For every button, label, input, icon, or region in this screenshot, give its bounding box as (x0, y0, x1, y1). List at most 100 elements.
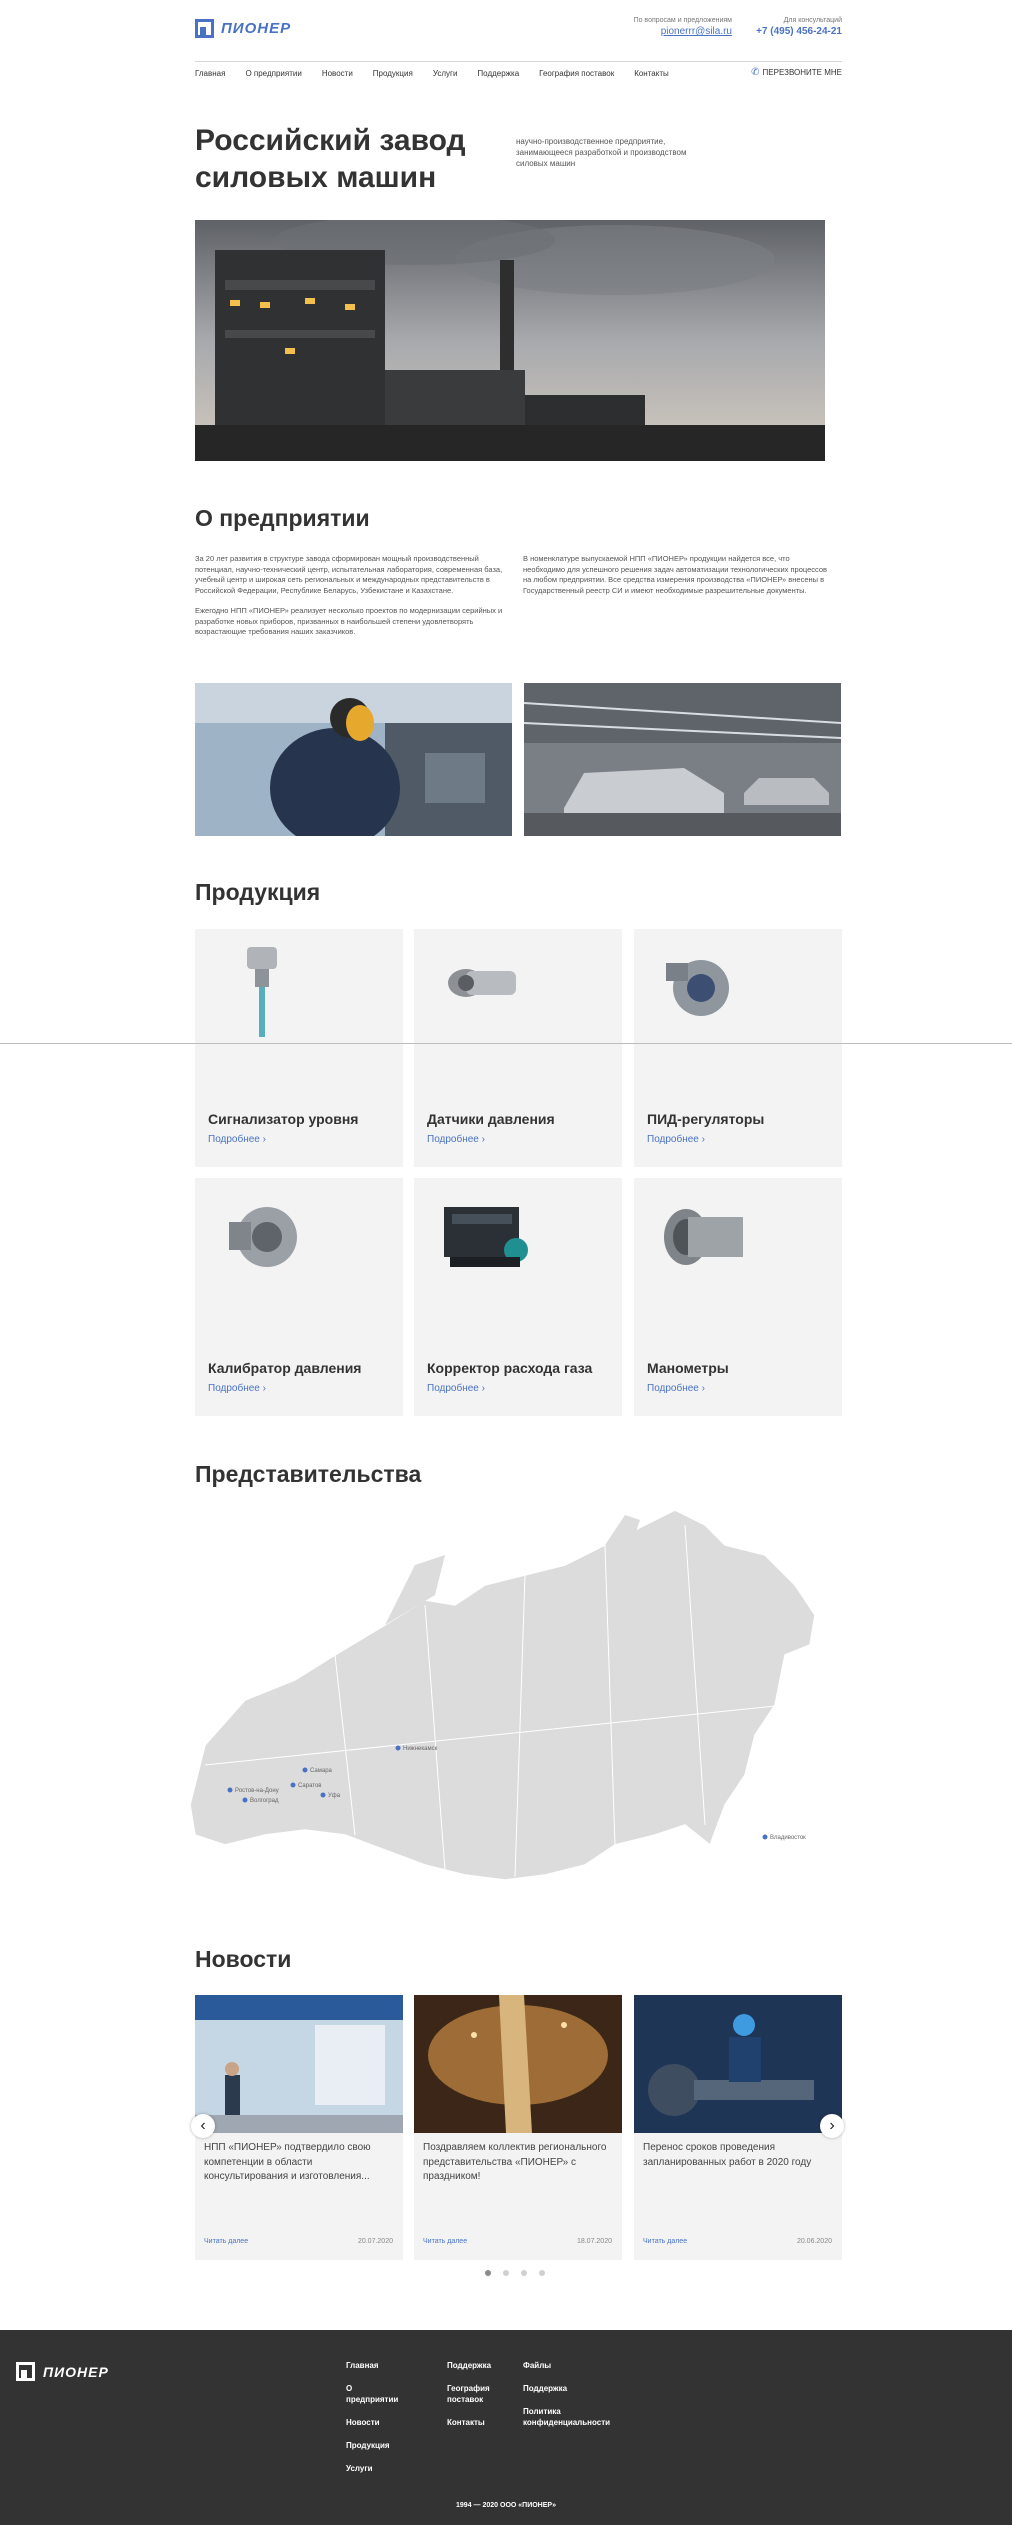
nav-item-services[interactable]: Услуги (433, 69, 458, 78)
footer-link[interactable]: Главная (346, 2360, 441, 2371)
product-more-link[interactable]: Подробнее › (427, 1383, 485, 1394)
news-image (195, 1995, 403, 2133)
nav-item-news[interactable]: Новости (322, 69, 353, 78)
product-card[interactable]: Сигнализатор уровня Подробнее › (195, 929, 403, 1167)
footer-link[interactable]: География поставок (447, 2383, 497, 2405)
worker-photo (195, 683, 512, 836)
footer-column-3: Файлы Поддержка Политика конфиденциально… (523, 2360, 618, 2440)
product-more-link[interactable]: Подробнее › (208, 1134, 266, 1145)
chevron-left-icon: ‹ (200, 2117, 206, 2134)
carousel-prev-button[interactable]: ‹ (191, 2114, 215, 2138)
carousel-dots (485, 2270, 545, 2276)
phone-caption: Для консультаций (783, 17, 842, 24)
footer-link[interactable]: Файлы (523, 2360, 618, 2371)
pressure-sensor-image (448, 969, 516, 997)
city-label: Самара (310, 1768, 333, 1774)
news-text: Перенос сроков проведения запланированны… (643, 2142, 812, 2168)
site-footer: ПИОНЕР Главная О предприятии Новости Про… (0, 2330, 1012, 2525)
product-name: ПИД-регуляторы (647, 1111, 765, 1127)
city-marker[interactable]: Владивосток (762, 1834, 807, 1842)
logo-icon (195, 19, 214, 38)
mail-contact: По вопросам и предложениям pionerrr@sila… (634, 17, 732, 37)
footer-logo[interactable]: ПИОНЕР (16, 2362, 109, 2381)
footer-link[interactable]: Продукция (346, 2440, 441, 2451)
about-paragraph: В номенклатуре выпускаемой НПП «ПИОНЕР» … (523, 554, 828, 595)
logo[interactable]: ПИОНЕР (195, 19, 291, 38)
nav-item-geography[interactable]: География поставок (539, 69, 614, 78)
product-more-link[interactable]: Подробнее › (208, 1383, 266, 1394)
logo-text: ПИОНЕР (221, 20, 292, 37)
news-image (634, 1995, 842, 2133)
footer-link[interactable]: О предприятии (346, 2383, 406, 2405)
product-card[interactable]: Калибратор давления Подробнее › (195, 1178, 403, 1416)
product-card[interactable]: Манометры Подробнее › (634, 1178, 842, 1416)
callback-button[interactable]: ✆ ПЕРЕЗВОНИТЕ МНЕ (751, 67, 842, 78)
phone-link[interactable]: +7 (495) 456-24-21 (756, 26, 842, 37)
level-sensor-image (247, 947, 277, 1037)
email-link[interactable]: pionerrr@sila.ru (634, 26, 732, 37)
city-label: Нижнекамск (403, 1746, 438, 1752)
products-title: Продукция (195, 879, 321, 905)
car-factory-photo (524, 683, 841, 836)
product-name: Калибратор давления (208, 1360, 362, 1376)
footer-link[interactable]: Политика конфиденциальности (523, 2406, 618, 2428)
hero-factory-image (195, 220, 825, 461)
footer-link[interactable]: Поддержка (523, 2383, 618, 2394)
product-name: Сигнализатор уровня (208, 1111, 359, 1127)
product-more-link[interactable]: Подробнее › (647, 1383, 705, 1394)
russia-map: Нижнекамск Ростов-на-Дону Волгоград Сама… (185, 1505, 825, 1885)
product-more-link[interactable]: Подробнее › (647, 1134, 705, 1145)
nav-item-home[interactable]: Главная (195, 69, 225, 78)
city-label: Уфа (328, 1793, 341, 1799)
product-card[interactable]: Датчики давления Подробнее › (414, 929, 622, 1167)
chevron-right-icon: › (829, 2117, 835, 2134)
news-date: 18.07.2020 (576, 2238, 612, 2245)
copyright: 1994 — 2020 ООО «ПИОНЕР» (456, 2502, 556, 2509)
city-marker[interactable]: Ростов-на-Дону (227, 1787, 279, 1795)
phone-contact: Для консультаций +7 (495) 456-24-21 (756, 17, 842, 37)
nav-item-support[interactable]: Поддержка (477, 69, 519, 78)
news-card[interactable]: Поздравляем коллектив регионального пред… (414, 1995, 622, 2260)
news-image (414, 1995, 622, 2133)
city-label: Ростов-на-Дону (235, 1788, 279, 1794)
carousel-dot[interactable] (503, 2270, 509, 2276)
site-header: ПИОНЕР По вопросам и предложениям pioner… (195, 0, 842, 62)
manometer-image (664, 1209, 743, 1265)
news-card[interactable]: НПП «ПИОНЕР» подтвердило свою компетенци… (195, 1995, 403, 2260)
nav-item-about[interactable]: О предприятии (245, 69, 301, 78)
news-read-more[interactable]: Читать далее (423, 2238, 467, 2245)
divider-line (0, 1043, 1012, 1044)
phone-icon: ✆ (751, 67, 760, 78)
footer-logo-text: ПИОНЕР (43, 2363, 109, 2380)
nav-item-contacts[interactable]: Контакты (634, 69, 669, 78)
city-label: Владивосток (770, 1835, 806, 1841)
city-label: Саратов (298, 1783, 321, 1789)
product-name: Манометры (647, 1360, 729, 1376)
carousel-dot[interactable] (521, 2270, 527, 2276)
product-more-link[interactable]: Подробнее › (427, 1134, 485, 1145)
news-read-more[interactable]: Читать далее (204, 2238, 248, 2245)
pid-regulator-image (666, 960, 729, 1016)
footer-column-1: Главная О предприятии Новости Продукция … (346, 2360, 441, 2486)
carousel-dot[interactable] (539, 2270, 545, 2276)
pressure-calibrator-image (229, 1207, 297, 1267)
callback-label: ПЕРЕЗВОНИТЕ МНЕ (762, 68, 842, 77)
news-read-more[interactable]: Читать далее (643, 2238, 687, 2245)
hero-subtitle: научно-производственное предприятие, зан… (516, 137, 687, 168)
news-card[interactable]: Перенос сроков проведения запланированны… (634, 1995, 842, 2260)
carousel-dot[interactable] (485, 2270, 491, 2276)
product-card[interactable]: Корректор расхода газа Подробнее › (414, 1178, 622, 1416)
product-card[interactable]: ПИД-регуляторы Подробнее › (634, 929, 842, 1167)
news-title: Новости (195, 1946, 292, 1972)
logo-icon (16, 2362, 35, 2381)
nav-item-products[interactable]: Продукция (373, 69, 413, 78)
main-nav: Главная О предприятии Новости Продукция … (195, 62, 842, 84)
footer-link[interactable]: Новости (346, 2417, 441, 2428)
hero-title: Российский завод силовых машин (195, 124, 466, 194)
about-title: О предприятии (195, 505, 370, 531)
carousel-next-button[interactable]: › (820, 2114, 844, 2138)
footer-link[interactable]: Услуги (346, 2463, 441, 2474)
news-text: Поздравляем коллектив регионального пред… (423, 2142, 607, 2182)
news-date: 20.07.2020 (357, 2238, 393, 2245)
mail-caption: По вопросам и предложениям (633, 17, 732, 24)
